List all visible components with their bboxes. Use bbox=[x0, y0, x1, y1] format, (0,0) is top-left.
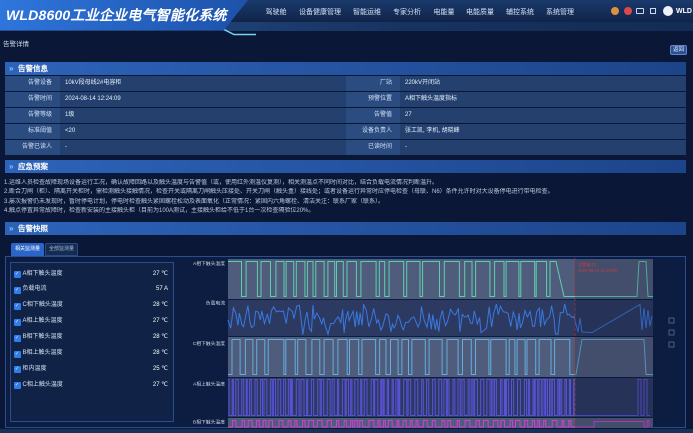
svg-text:C相下触头温度: C相下触头温度 bbox=[193, 340, 225, 347]
svg-text:A相下触头温度: A相下触头温度 bbox=[193, 260, 225, 267]
svg-text:负载电流: 负载电流 bbox=[206, 300, 225, 307]
svg-text:B相下触头温度: B相下触头温度 bbox=[193, 419, 225, 426]
svg-text:A相上触头温度: A相上触头温度 bbox=[193, 381, 225, 388]
svg-text:告警值:27: 告警值:27 bbox=[578, 261, 597, 268]
svg-text:2024-08-14 12:24:09: 2024-08-14 12:24:09 bbox=[578, 268, 618, 273]
